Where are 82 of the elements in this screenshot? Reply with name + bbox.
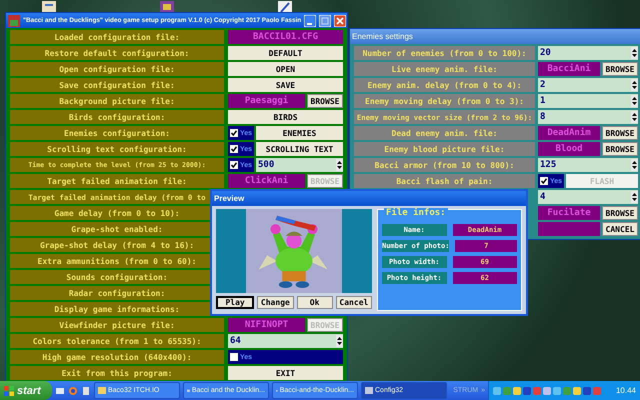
setting-label: High game resolution (640x400): — [10, 350, 224, 364]
browse-button[interactable]: CANCEL — [602, 222, 638, 236]
setting-label: Enemy anim. delay (from 0 to 4): — [354, 78, 535, 92]
setting-label: Enemy blood picture file: — [354, 142, 535, 156]
action-button[interactable]: DEFAULT — [228, 46, 343, 60]
setting-label: Number of enemies (from 0 to 100): — [354, 46, 535, 60]
spinner-icon[interactable] — [336, 159, 343, 171]
number-field[interactable]: 8 — [538, 110, 638, 124]
browse-button[interactable]: BROWSE — [602, 62, 638, 76]
filename-field: BACCIL01.CFG — [228, 30, 343, 44]
number-field[interactable]: 64 — [228, 334, 343, 348]
setting-label: Enemies configuration: — [10, 126, 224, 140]
spinner-icon[interactable] — [631, 79, 638, 91]
browse-button[interactable]: BROWSE — [307, 94, 343, 108]
clock: 10.44 — [616, 386, 636, 395]
spinner-icon[interactable] — [336, 335, 343, 347]
spinner-icon[interactable] — [631, 111, 638, 123]
setting-label: Live enemy anim. file: — [354, 62, 535, 76]
checkbox[interactable] — [230, 129, 238, 137]
number-field[interactable]: 4 — [538, 190, 638, 204]
filename-field: Fucilate — [538, 206, 600, 220]
setting-label: Background picture file: — [10, 94, 224, 108]
setting-label: Colors tolerance (from 1 to 65535): — [10, 334, 224, 348]
filename-field: Blood — [538, 142, 600, 156]
preview-button[interactable]: Play — [216, 296, 254, 309]
action-button[interactable]: BIRDS — [228, 110, 343, 124]
folder-icon — [98, 386, 106, 394]
spinner-icon[interactable] — [631, 47, 638, 59]
setting-label: Save configuration file: — [10, 78, 224, 92]
preview-button[interactable]: Change — [257, 296, 294, 309]
number-field[interactable]: 20 — [538, 46, 638, 60]
preview-button[interactable]: Ok — [296, 296, 333, 309]
setting-label: Exit from this program: — [10, 366, 224, 380]
spinner-icon[interactable] — [631, 191, 638, 203]
browse-button[interactable]: BROWSE — [602, 206, 638, 220]
spinner-icon[interactable] — [631, 95, 638, 107]
setting-label: Viewfinder picture file: — [10, 318, 224, 332]
checkbox[interactable] — [230, 161, 238, 169]
action-button[interactable]: ENEMIES — [256, 126, 343, 140]
flag-icon — [4, 386, 14, 396]
setting-label: Restore default configuration: — [10, 46, 224, 60]
setting-label: Birds configuration: — [10, 110, 224, 124]
setting-label: Target failed animation file: — [10, 174, 224, 188]
setting-label: Dead enemy anim. file: — [354, 126, 535, 140]
preview-button[interactable]: Cancel — [336, 296, 372, 309]
setting-label: Bacci armor (from 10 to 800): — [354, 158, 535, 172]
start-button[interactable]: start — [0, 381, 52, 400]
minimize-icon[interactable] — [304, 14, 316, 26]
maximize-icon[interactable] — [319, 14, 332, 26]
checkbox[interactable] — [230, 145, 238, 153]
globe-icon[interactable] — [68, 386, 78, 396]
setting-label: Scrolling text configuration: — [10, 142, 224, 156]
setting-label: Bacci flash of pain: — [354, 174, 535, 188]
window-title: Preview — [214, 194, 246, 203]
action-button[interactable]: SCROLLING TEXT — [256, 142, 343, 156]
filename-field: NIFINOPT — [228, 318, 305, 332]
filename-field — [538, 222, 600, 236]
filename-field: BacciAni — [538, 62, 600, 76]
action-button[interactable]: EXIT — [228, 366, 343, 380]
window-title: Enemies settings — [352, 32, 414, 41]
desktop-icon[interactable] — [55, 386, 65, 396]
number-field[interactable]: 125 — [538, 158, 638, 172]
setting-label: Enemy moving delay (from 0 to 3): — [354, 94, 535, 108]
browse-button[interactable]: BROWSE — [602, 142, 638, 156]
document-icon[interactable] — [81, 386, 91, 396]
number-field[interactable]: 500 — [256, 158, 343, 172]
checkbox[interactable] — [230, 353, 238, 361]
number-field[interactable]: 2 — [538, 78, 638, 92]
filename-field: DeadAnim — [538, 126, 600, 140]
filename-field: ClickAni — [228, 174, 305, 188]
spinner-icon[interactable] — [631, 159, 638, 171]
app-icon — [8, 14, 20, 26]
filename-field: Paesaggi — [228, 94, 305, 108]
action-button[interactable]: OPEN — [228, 62, 343, 76]
window-icon — [365, 386, 373, 394]
number-field[interactable]: 1 — [538, 94, 638, 108]
close-icon[interactable] — [334, 14, 346, 26]
group-title: File infos: — [384, 208, 448, 218]
action-button[interactable]: SAVE — [228, 78, 343, 92]
setting-label: Loaded configuration file: — [10, 30, 224, 44]
setting-label: Open configuration file: — [10, 62, 224, 76]
browse-button[interactable]: BROWSE — [602, 126, 638, 140]
